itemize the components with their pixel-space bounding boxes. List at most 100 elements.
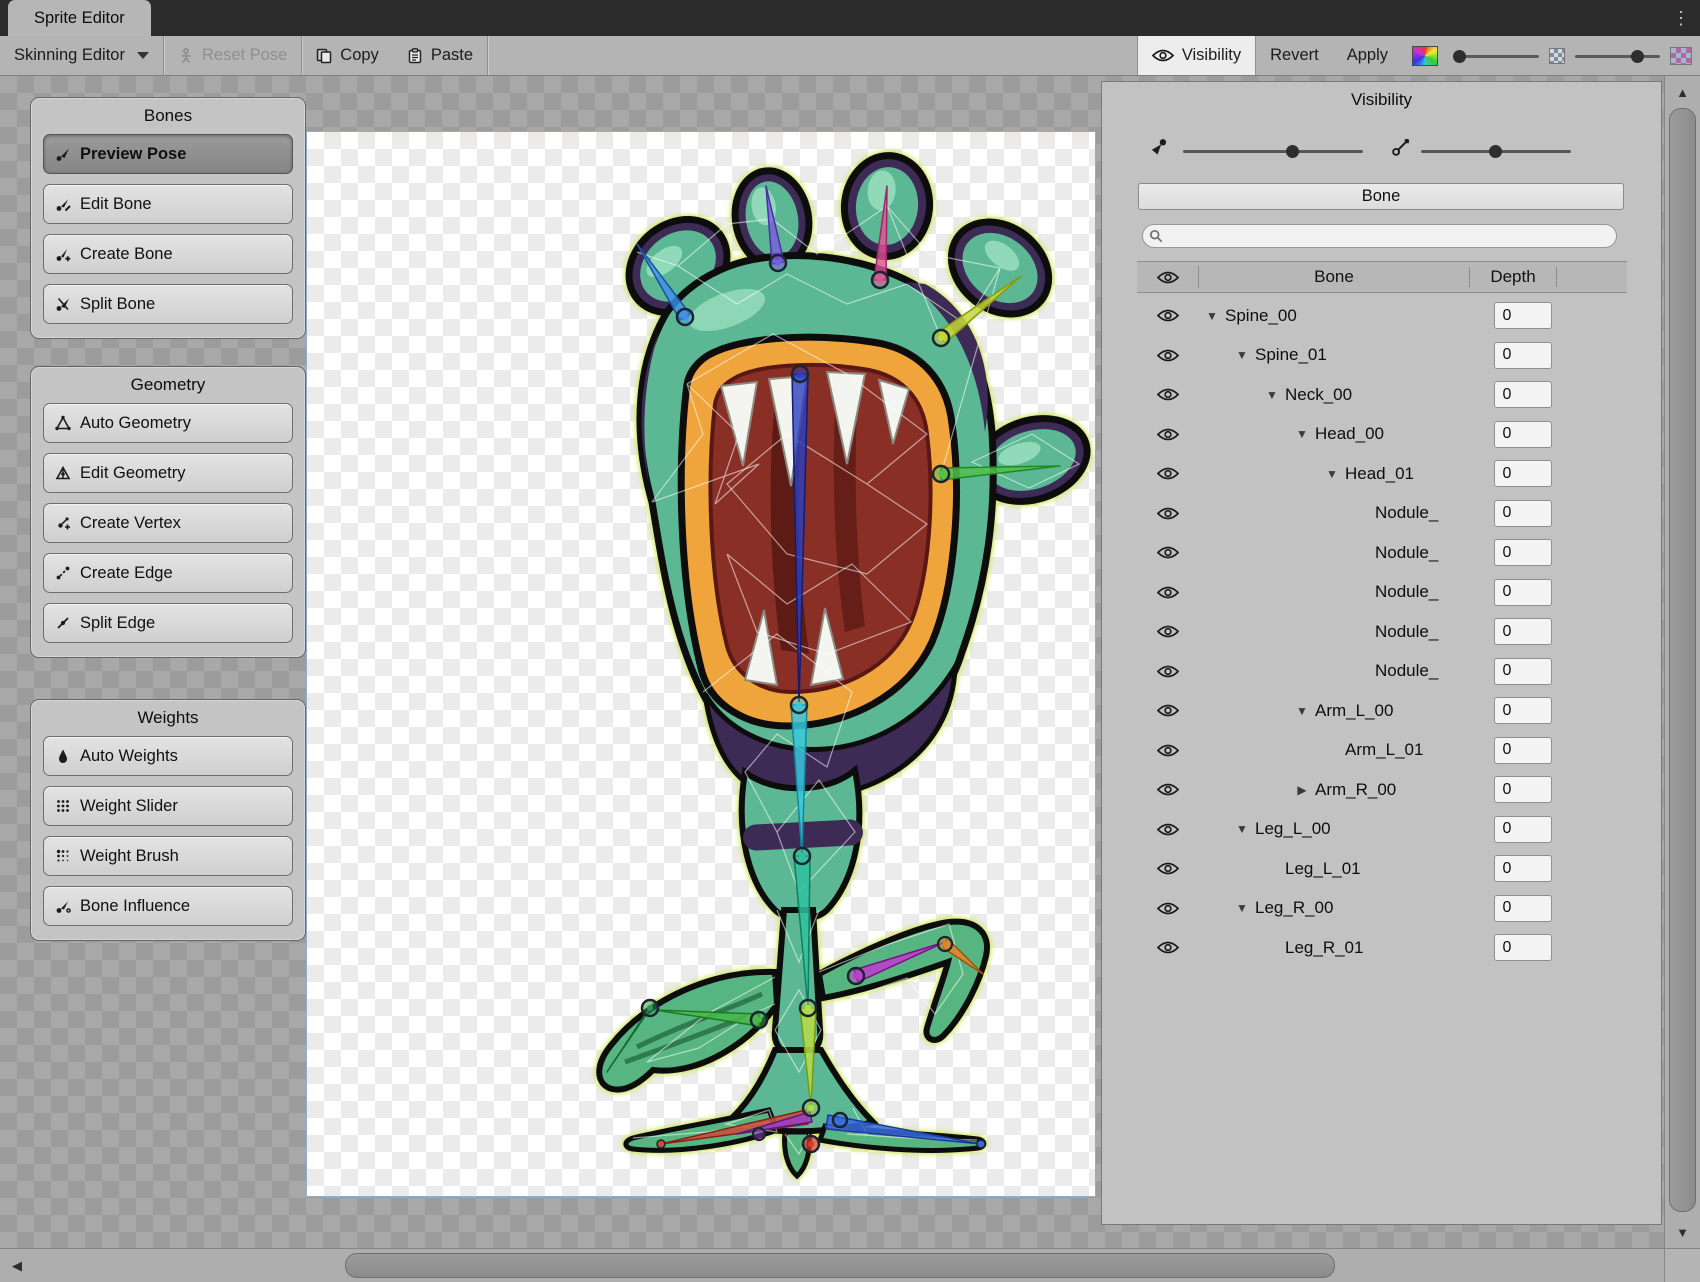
create-vertex-button[interactable]: Create Vertex	[43, 503, 293, 543]
edit-bone-button[interactable]: Edit Bone	[43, 184, 293, 224]
visibility-eye-toggle[interactable]	[1137, 941, 1199, 954]
foldout-icon[interactable]	[1289, 704, 1315, 718]
depth-input[interactable]	[1494, 737, 1552, 764]
foldout-icon[interactable]	[1229, 901, 1255, 915]
visibility-eye-toggle[interactable]	[1137, 744, 1199, 757]
revert-button[interactable]: Revert	[1256, 36, 1333, 75]
vertical-scrollbar[interactable]	[1664, 76, 1700, 1248]
visibility-eye-toggle[interactable]	[1137, 546, 1199, 559]
depth-input[interactable]	[1494, 579, 1552, 606]
create-edge-button[interactable]: Create Edge	[43, 553, 293, 593]
visibility-eye-toggle[interactable]	[1137, 625, 1199, 638]
horizontal-scroll-thumb[interactable]	[345, 1253, 1335, 1278]
sprite-canvas[interactable]	[307, 132, 1095, 1196]
bone-table-row[interactable]: Nodule_	[1137, 494, 1647, 534]
bone-table-row[interactable]: Head_01	[1137, 454, 1647, 494]
visibility-toggle-button[interactable]: Visibility	[1137, 36, 1256, 75]
bone-table-row[interactable]: Leg_R_01	[1137, 928, 1647, 968]
auto-weights-button[interactable]: Auto Weights	[43, 736, 293, 776]
visibility-eye-toggle[interactable]	[1137, 309, 1199, 322]
bone-table-row[interactable]: Neck_00	[1137, 375, 1647, 415]
visibility-eye-toggle[interactable]	[1137, 665, 1199, 678]
overlay-opacity-slider[interactable]	[1454, 36, 1539, 76]
depth-input[interactable]	[1494, 500, 1552, 527]
visibility-eye-toggle[interactable]	[1137, 349, 1199, 362]
depth-input[interactable]	[1494, 895, 1552, 922]
bone-opacity-slider[interactable]	[1183, 150, 1363, 153]
foldout-icon[interactable]	[1319, 467, 1345, 481]
depth-input[interactable]	[1494, 618, 1552, 645]
scroll-down-icon[interactable]	[1665, 1218, 1700, 1246]
bone-table-row[interactable]: Arm_R_00	[1137, 770, 1647, 810]
split-bone-button[interactable]: Split Bone	[43, 284, 293, 324]
depth-input[interactable]	[1494, 539, 1552, 566]
copy-button[interactable]: Copy	[302, 36, 393, 75]
bone-table-row[interactable]: Spine_01	[1137, 336, 1647, 376]
bone-size-slider[interactable]	[1421, 150, 1571, 153]
bone-tab-button[interactable]: Bone	[1138, 183, 1624, 210]
edit-geometry-button[interactable]: Edit Geometry	[43, 453, 293, 493]
visibility-eye-toggle[interactable]	[1137, 902, 1199, 915]
slider-knob[interactable]	[1453, 50, 1466, 63]
depth-input[interactable]	[1494, 855, 1552, 882]
skinning-editor-dropdown[interactable]: Skinning Editor	[0, 36, 163, 75]
bone-table-row[interactable]: Leg_R_00	[1137, 889, 1647, 929]
depth-input[interactable]	[1494, 302, 1552, 329]
depth-input[interactable]	[1494, 776, 1552, 803]
depth-input[interactable]	[1494, 934, 1552, 961]
bone-table-row[interactable]: Nodule_	[1137, 573, 1647, 613]
bone-table-row[interactable]: Nodule_	[1137, 533, 1647, 573]
visibility-eye-toggle[interactable]	[1137, 467, 1199, 480]
tab-sprite-editor[interactable]: Sprite Editor	[8, 0, 151, 36]
split-edge-button[interactable]: Split Edge	[43, 603, 293, 643]
bone-search-input[interactable]	[1142, 224, 1617, 248]
vertical-scroll-thumb[interactable]	[1669, 108, 1696, 1212]
foldout-icon[interactable]	[1289, 783, 1315, 797]
scroll-left-icon[interactable]	[2, 1249, 32, 1282]
bone-table-row[interactable]: Leg_L_01	[1137, 849, 1647, 889]
foldout-icon[interactable]	[1259, 388, 1285, 402]
visibility-eye-toggle[interactable]	[1137, 823, 1199, 836]
scroll-up-icon[interactable]	[1665, 78, 1700, 106]
color-picker-swatch[interactable]	[1412, 46, 1438, 66]
depth-input[interactable]	[1494, 421, 1552, 448]
weight-slider-button[interactable]: Weight Slider	[43, 786, 293, 826]
visibility-eye-toggle[interactable]	[1137, 388, 1199, 401]
visibility-eye-toggle[interactable]	[1137, 862, 1199, 875]
depth-input[interactable]	[1494, 342, 1552, 369]
bone-table-row[interactable]: Arm_L_01	[1137, 731, 1647, 771]
foldout-icon[interactable]	[1289, 427, 1315, 441]
bone-table-row[interactable]: Nodule_	[1137, 652, 1647, 692]
bone-table-row[interactable]: Head_00	[1137, 415, 1647, 455]
reset-pose-button[interactable]: Reset Pose	[164, 36, 301, 75]
transparency-checker-icon[interactable]	[1670, 47, 1692, 65]
visibility-eye-toggle[interactable]	[1137, 783, 1199, 796]
foldout-icon[interactable]	[1229, 822, 1255, 836]
texture-opacity-slider[interactable]	[1575, 36, 1660, 76]
bone-table-row[interactable]: Nodule_	[1137, 612, 1647, 652]
kebab-menu-icon[interactable]	[1668, 0, 1694, 36]
depth-input[interactable]	[1494, 460, 1552, 487]
foldout-icon[interactable]	[1199, 309, 1225, 323]
depth-input[interactable]	[1494, 697, 1552, 724]
visibility-eye-toggle[interactable]	[1137, 507, 1199, 520]
bone-influence-button[interactable]: Bone Influence	[43, 886, 293, 926]
depth-input[interactable]	[1494, 816, 1552, 843]
auto-geometry-button[interactable]: Auto Geometry	[43, 403, 293, 443]
visibility-eye-toggle[interactable]	[1137, 428, 1199, 441]
slider-knob[interactable]	[1631, 50, 1644, 63]
foldout-icon[interactable]	[1229, 348, 1255, 362]
depth-input[interactable]	[1494, 658, 1552, 685]
weight-brush-button[interactable]: Weight Brush	[43, 836, 293, 876]
texture-checker-icon[interactable]	[1549, 48, 1565, 64]
apply-button[interactable]: Apply	[1333, 36, 1402, 75]
bone-table-row[interactable]: Leg_L_00	[1137, 810, 1647, 850]
visibility-eye-toggle[interactable]	[1137, 586, 1199, 599]
horizontal-scrollbar[interactable]	[0, 1248, 1700, 1282]
create-bone-button[interactable]: Create Bone	[43, 234, 293, 274]
preview-pose-button[interactable]: Preview Pose	[43, 134, 293, 174]
visibility-eye-toggle[interactable]	[1137, 704, 1199, 717]
bone-table-row[interactable]: Arm_L_00	[1137, 691, 1647, 731]
slider-knob[interactable]	[1489, 145, 1502, 158]
depth-input[interactable]	[1494, 381, 1552, 408]
